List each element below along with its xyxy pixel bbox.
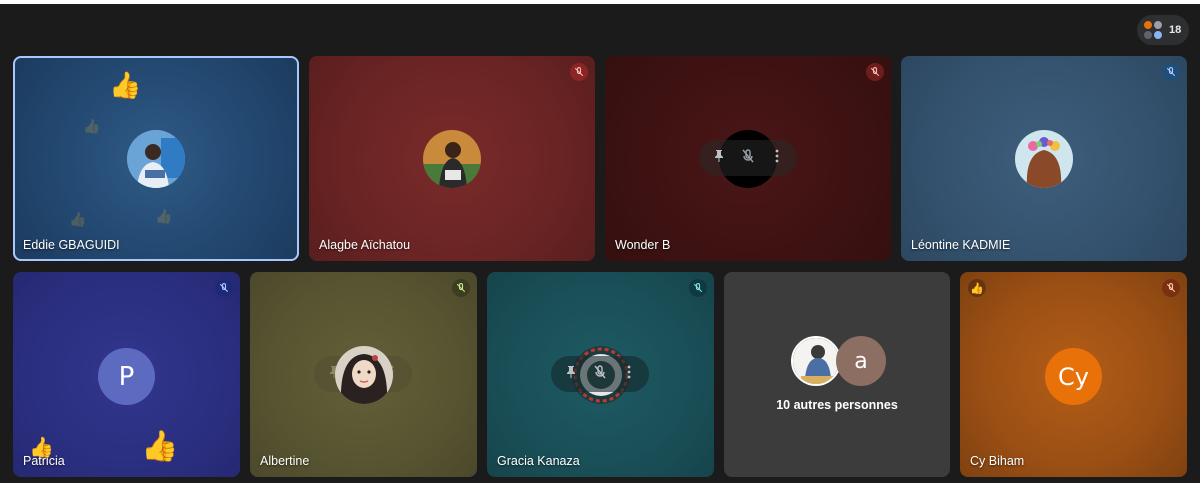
avatar — [791, 336, 841, 386]
avatar-initial: Cy — [1058, 362, 1089, 391]
faint-thumbs-up-icon: 👍 — [83, 118, 101, 134]
avatar — [335, 346, 393, 404]
participant-name: Léontine KADMIE — [911, 238, 1011, 252]
participant-tile-gracia[interactable]: Gracia Kanaza — [487, 272, 714, 477]
participants-count-button[interactable]: 18 — [1137, 15, 1189, 45]
avatar-initial: a — [854, 348, 868, 374]
avatar — [1015, 130, 1073, 188]
mic-muted-icon — [689, 279, 707, 297]
participant-tile-leontine[interactable]: Léontine KADMIE — [901, 56, 1187, 261]
others-count-label: 10 autres personnes — [776, 398, 898, 412]
participant-name: Cy Biham — [970, 454, 1025, 468]
participant-name: Gracia Kanaza — [497, 454, 580, 468]
avatar: Cy — [1045, 348, 1102, 405]
avatar — [423, 130, 481, 188]
participant-tile-wonder[interactable]: Wonder B — [605, 56, 891, 261]
mic-muted-icon — [452, 279, 470, 297]
participant-count: 18 — [1169, 24, 1182, 36]
pin-icon[interactable] — [711, 148, 727, 169]
thumbs-up-icon: 👍 — [141, 430, 179, 463]
avatar: P — [98, 348, 155, 405]
thumbs-up-icon: 👍 — [109, 70, 142, 100]
mic-muted-icon — [570, 63, 588, 81]
more-options-icon[interactable] — [621, 364, 637, 385]
participant-tile-eddie[interactable]: 👍 👍 👍 👍 Eddie GBAGUIDI — [13, 56, 299, 261]
mic-muted-icon — [215, 279, 233, 297]
participant-name: Eddie GBAGUIDI — [23, 238, 120, 252]
mute-participant-icon[interactable] — [592, 364, 608, 385]
participant-name: Wonder B — [615, 238, 671, 252]
participant-tile-patricia[interactable]: P 👍 👍 Patricia — [13, 272, 240, 477]
participant-name: Albertine — [260, 454, 310, 468]
mic-muted-icon — [1162, 279, 1180, 297]
avatar — [127, 130, 185, 188]
participant-name: Alagbe Aïchatou — [319, 238, 411, 252]
avatar: a — [836, 336, 886, 386]
more-options-icon[interactable] — [769, 148, 785, 169]
participant-avatars-stack — [1143, 20, 1163, 40]
tile-hover-controls — [699, 140, 797, 176]
pin-icon[interactable] — [563, 364, 579, 385]
reaction-thumbs-up-icon: 👍 — [968, 279, 986, 297]
participant-tile-alagbe[interactable]: Alagbe Aïchatou — [309, 56, 595, 261]
mic-muted-icon — [1162, 63, 1180, 81]
mic-muted-icon — [866, 63, 884, 81]
tile-hover-controls — [551, 356, 649, 392]
others-tile[interactable]: a 10 autres personnes — [724, 272, 950, 477]
participant-tile-cy[interactable]: 👍 Cy Cy Biham — [960, 272, 1187, 477]
participant-name: Patricia — [23, 454, 65, 468]
faint-thumbs-up-icon: 👍 — [155, 208, 173, 224]
mute-participant-icon[interactable] — [740, 148, 756, 169]
faint-thumbs-up-icon: 👍 — [69, 211, 87, 227]
participant-tile-albertine[interactable]: Albertine — [250, 272, 477, 477]
meeting-stage: 18 👍 👍 👍 👍 Eddie GBAGUIDI Alagbe Aïchato… — [0, 4, 1200, 483]
avatar-initial: P — [118, 361, 135, 392]
